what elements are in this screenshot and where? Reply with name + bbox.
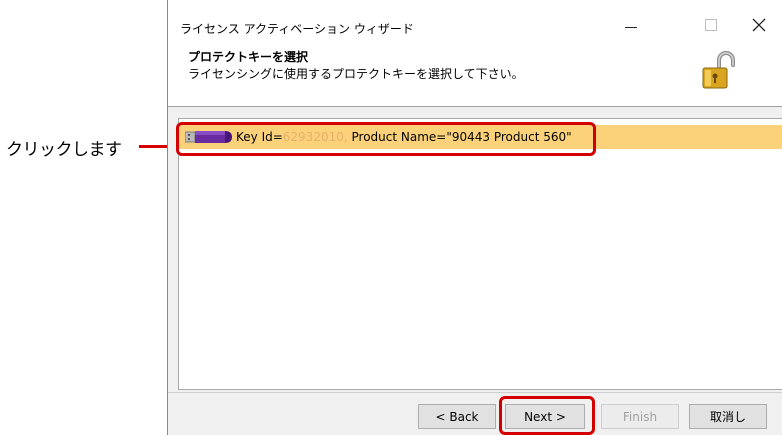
minimize-button[interactable] xyxy=(608,10,654,40)
title-bar: ライセンス アクティベーション ウィザード xyxy=(168,0,782,44)
button-bar-divider xyxy=(168,392,782,393)
wizard-header: プロテクトキーを選択 ライセンシングに使用するプロテクトキーを選択して下さい。 xyxy=(168,44,782,107)
close-icon xyxy=(752,18,766,32)
padlock-open-icon xyxy=(702,51,735,89)
page-title: プロテクトキーを選択 xyxy=(188,50,309,64)
highlight-key-row xyxy=(176,122,596,156)
close-button[interactable] xyxy=(736,10,782,40)
maximize-button[interactable] xyxy=(688,10,734,40)
page-subtitle: ライセンシングに使用するプロテクトキーを選択して下さい。 xyxy=(188,67,524,81)
license-activation-wizard-window: ライセンス アクティベーション ウィザード プロテクトキーを選択 ライセンシング… xyxy=(167,0,782,435)
callout-label: クリックします xyxy=(6,140,122,160)
protect-key-list[interactable]: Key Id=62932010, Product Name="90443 Pro… xyxy=(178,118,782,390)
back-button[interactable]: < Back xyxy=(418,404,496,429)
highlight-next-button xyxy=(499,396,595,435)
cancel-button[interactable]: 取消し xyxy=(689,404,767,429)
minimize-icon xyxy=(625,26,637,28)
finish-button[interactable]: Finish xyxy=(601,404,679,429)
maximize-icon xyxy=(705,19,717,31)
screenshot-stage: クリックします ライセンス アクティベーション ウィザード プロテクトキーを選択… xyxy=(0,0,782,435)
window-title: ライセンス アクティベーション ウィザード xyxy=(180,22,414,36)
